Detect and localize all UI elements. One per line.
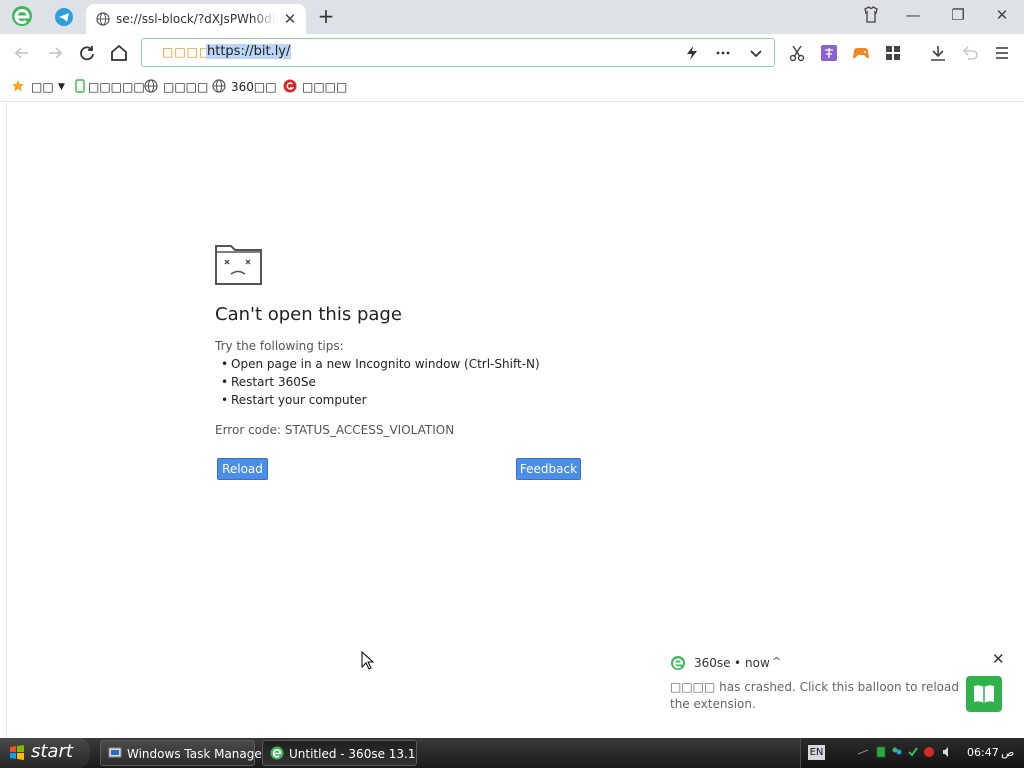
address-bar[interactable]: □□□□ https://bit.ly/ (141, 38, 775, 67)
tip-item: Restart your computer (221, 393, 367, 407)
address-security-label: □□□□ (162, 45, 212, 59)
notification-time: now (745, 656, 770, 670)
back-icon[interactable] (11, 42, 33, 64)
error-title: Can't open this page (215, 304, 402, 325)
battery-icon[interactable] (875, 746, 887, 758)
taskbar-item-task-manager[interactable]: Windows Task Manager (100, 740, 267, 766)
network-icon[interactable] (857, 746, 869, 758)
bookmark-games[interactable]: □□□□ (302, 80, 347, 94)
error-code: Error code: STATUS_ACCESS_VIOLATION (215, 423, 455, 437)
chevron-up-icon[interactable]: ^ (772, 655, 781, 668)
gamepad-icon[interactable] (851, 43, 871, 63)
error-page: Can't open this page Try the following t… (0, 103, 1024, 738)
tips-heading: Try the following tips: (215, 339, 344, 353)
star-icon (12, 80, 24, 92)
system-tray: EN 06:47 ص (800, 738, 1024, 768)
language-indicator[interactable]: EN (808, 745, 825, 760)
scissors-icon[interactable] (787, 43, 807, 63)
notification-message[interactable]: □□□□ has crashed. Click this balloon to … (670, 679, 960, 713)
browser-logo-icon (270, 746, 284, 760)
phone-icon (75, 79, 85, 93)
tip-item: Restart 360Se (221, 375, 316, 389)
more-icon[interactable] (714, 44, 732, 62)
tab-strip: se://ssl-block/?dXJsPWh0dHBzOi8vYml0Lmx5… (0, 0, 1024, 34)
start-label: start (31, 741, 73, 762)
notification-separator: • (734, 656, 742, 670)
clock-period: ص (1001, 746, 1015, 759)
globe-icon (96, 12, 110, 26)
side-divider (6, 103, 7, 738)
globe-icon (212, 79, 226, 93)
bookmark-favorites[interactable]: □□ (31, 80, 54, 94)
bookmark-site-1[interactable]: □□□□ (163, 80, 208, 94)
notification-close-icon[interactable]: ✕ (992, 650, 1005, 668)
extension-book-icon[interactable] (966, 676, 1002, 712)
crash-notification[interactable]: 360se • now ^ ✕ □□□□ has crashed. Click … (660, 645, 1024, 738)
minimize-button[interactable]: — (898, 4, 928, 26)
clock[interactable]: 06:47 (967, 746, 999, 759)
task-label: Windows Task Manager (127, 747, 267, 761)
start-button[interactable]: start (0, 738, 90, 768)
mouse-cursor-icon (361, 651, 375, 670)
people-icon[interactable] (891, 746, 903, 758)
monitor-icon (108, 747, 122, 758)
browser-window: se://ssl-block/?dXJsPWh0dHBzOi8vYml0Lmx5… (0, 0, 1024, 768)
download-icon[interactable] (928, 43, 948, 63)
feedback-button[interactable]: Feedback (516, 458, 581, 480)
toolbar: □□□□ https://bit.ly/ (0, 34, 1024, 72)
reload-icon[interactable] (76, 42, 98, 64)
browser-logo-icon[interactable] (10, 4, 34, 28)
sad-folder-icon (215, 245, 262, 285)
restore-button[interactable]: ❐ (943, 4, 973, 26)
address-url[interactable]: https://bit.ly/ (206, 44, 292, 59)
windows-logo-icon (10, 745, 24, 760)
task-label: Untitled - 360se 13.1 (289, 747, 416, 761)
menu-icon[interactable] (992, 43, 1012, 63)
tab-close-icon[interactable]: ✕ (282, 11, 298, 27)
shirt-skin-icon[interactable] (856, 4, 886, 26)
new-tab-button[interactable]: + (316, 6, 336, 26)
apps-grid-icon[interactable] (883, 43, 903, 63)
bookmarks-bar: □□ ▼ □□□□□ □□□□ 360□□ □□□□ (0, 72, 1024, 102)
notification-app-name: 360se (694, 656, 731, 670)
tab-title: se://ssl-block/?dXJsPWh0dHBzOi8vYml0Lmx5… (116, 12, 276, 26)
volume-icon[interactable] (941, 746, 953, 758)
taskbar: start Windows Task Manager Untitled - 36… (0, 738, 1024, 768)
lightning-icon[interactable] (683, 44, 701, 62)
tip-item: Open page in a new Incognito window (Ctr… (221, 357, 540, 371)
check-icon[interactable] (907, 746, 919, 758)
shield-alert-icon[interactable] (923, 746, 935, 758)
undo-icon[interactable] (960, 43, 980, 63)
chevron-down-icon[interactable] (747, 44, 765, 62)
browser-logo-icon (671, 656, 685, 670)
bookmark-site-360[interactable]: 360□□ (231, 80, 277, 94)
bookmark-mobile[interactable]: □□□□□ (88, 80, 145, 94)
bookmark-dropdown-icon[interactable]: ▼ (58, 82, 65, 92)
translate-icon[interactable] (819, 43, 839, 63)
close-window-button[interactable]: ✕ (987, 4, 1017, 26)
home-icon[interactable] (108, 42, 130, 64)
globe-icon (144, 79, 158, 93)
tab-active[interactable]: se://ssl-block/?dXJsPWh0dHBzOi8vYml0Lmx5… (86, 4, 306, 34)
reload-button[interactable]: Reload (217, 458, 268, 480)
game-icon (283, 79, 297, 93)
telegram-icon[interactable] (55, 8, 73, 26)
taskbar-item-browser[interactable]: Untitled - 360se 13.1 (262, 740, 417, 766)
forward-icon[interactable] (44, 42, 66, 64)
